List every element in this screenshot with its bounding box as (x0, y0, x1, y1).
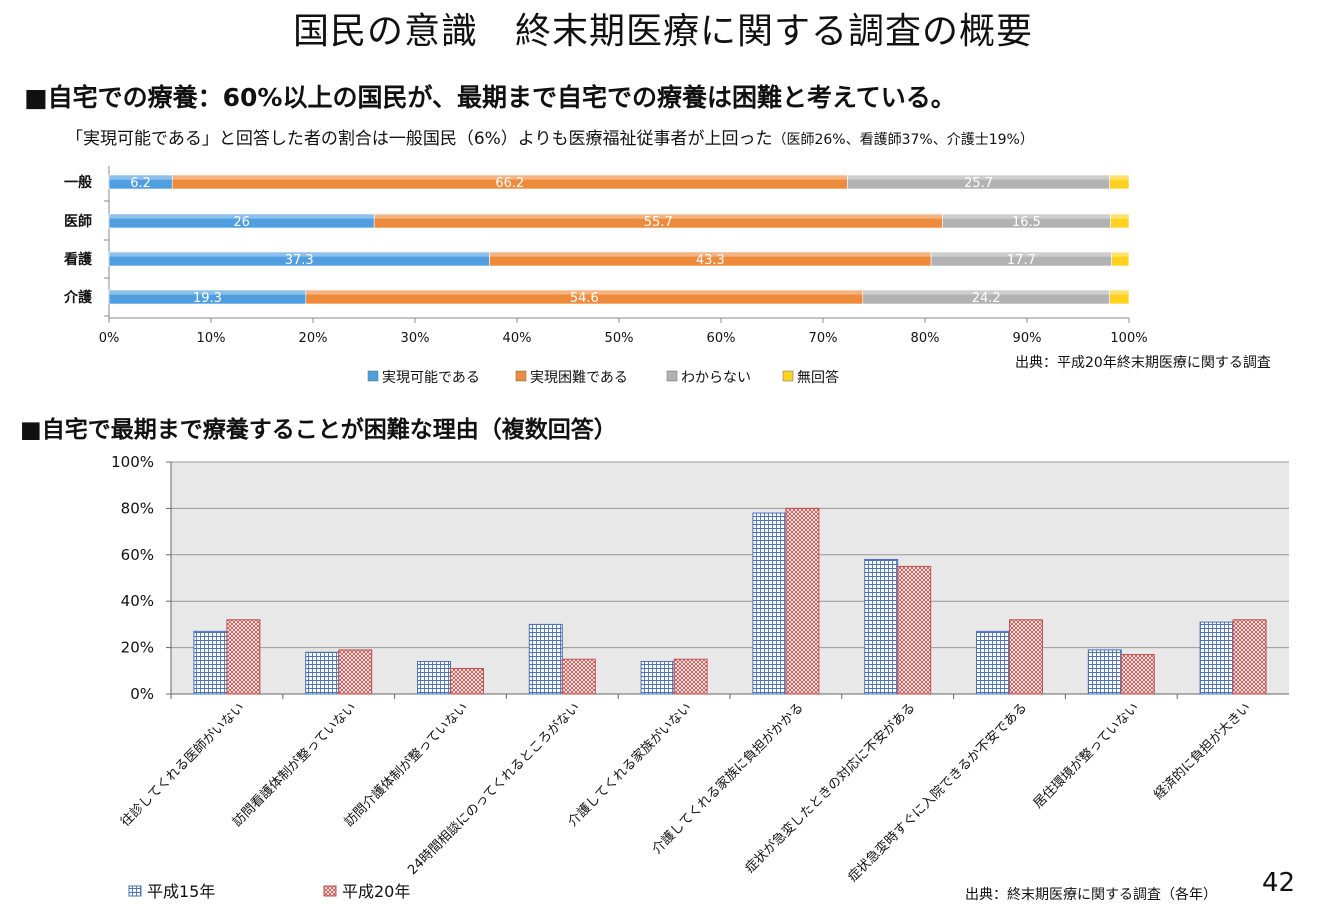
legend-swatch (128, 885, 142, 897)
legend-swatch (323, 885, 337, 897)
y-tick-label: 40% (121, 592, 154, 610)
y-tick-label: 60% (121, 546, 154, 564)
bar (1199, 621, 1234, 695)
y-tick-label: 0% (130, 685, 154, 703)
category-label: 訪問看護体制が整っていない (229, 700, 359, 830)
bar (864, 558, 899, 695)
category-label: 訪問介護体制が整っていない (341, 700, 471, 830)
bar (752, 512, 787, 695)
category-label: 経済的に負担が大きい (1151, 700, 1254, 803)
bar (193, 630, 228, 695)
bar (1087, 649, 1122, 695)
y-tick-label: 20% (121, 639, 154, 657)
bar (450, 667, 484, 695)
category-label: 往診してくれる医師がいない (117, 700, 247, 830)
category-label: 居住環境が整っていない (1031, 700, 1142, 811)
bar (1120, 654, 1155, 695)
bar (640, 661, 675, 695)
bar (785, 507, 820, 695)
legend-label: 平成15年 (147, 882, 215, 901)
y-tick-label: 80% (121, 499, 154, 517)
bar (338, 649, 373, 695)
section2-source: 出典：終末期医療に関する調査（各年） (965, 887, 1217, 903)
y-tick-label: 100% (111, 453, 154, 471)
category-label: 介護してくれる家族がいない (565, 700, 695, 830)
category-label: 症状が急変したときの対応に不安がある (742, 700, 919, 877)
bar (1009, 619, 1043, 695)
bar (897, 565, 932, 695)
grouped-bar-chart: 0% 20% 40% 60% 80% 100% 往診してくれる医師がいない訪問看護体制が整っ… (111, 453, 1289, 901)
bar (417, 661, 451, 695)
bar (305, 651, 340, 695)
page-number: 42 (1262, 868, 1296, 898)
category-label: 24時間相談にのってくれるところがない (405, 700, 584, 879)
bar (976, 630, 1010, 695)
category-label: 症状急変時すぐに入院できるか不安である (845, 700, 1031, 886)
bar (673, 658, 708, 695)
bar (528, 623, 563, 695)
bar (561, 658, 596, 695)
bar (226, 619, 261, 695)
legend-label: 平成20年 (342, 882, 410, 901)
bar (1232, 619, 1267, 695)
